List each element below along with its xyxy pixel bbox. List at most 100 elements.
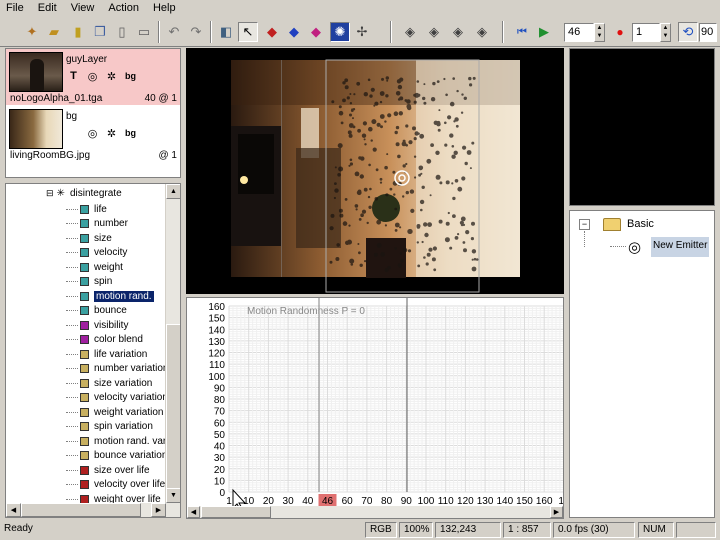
gear-icon[interactable]: ✲ bbox=[104, 69, 119, 83]
tree-item[interactable]: motion rand. variation bbox=[66, 434, 180, 448]
tree-item[interactable]: number variation bbox=[66, 362, 168, 376]
save-icon[interactable]: ▮ bbox=[68, 22, 88, 42]
tree-item[interactable]: bounce bbox=[66, 304, 127, 318]
emitter-preview bbox=[569, 48, 715, 206]
graph-horizontal-scrollbar[interactable]: ◀ ▶ bbox=[187, 506, 563, 518]
composition-viewer[interactable] bbox=[186, 48, 564, 294]
rewind-icon[interactable]: ⏮ bbox=[512, 22, 532, 42]
copy-icon[interactable]: ❐ bbox=[90, 22, 110, 42]
status-zoom: 100% bbox=[399, 522, 433, 538]
tree-item-label: number variation bbox=[94, 363, 169, 374]
y-tick-label: 120 bbox=[208, 349, 225, 360]
disintegrate-icon: ✳ bbox=[56, 187, 65, 199]
scroll-thumb[interactable] bbox=[166, 324, 180, 494]
next-key-icon[interactable]: ◈ bbox=[472, 22, 492, 42]
tree-item-label: size over life bbox=[94, 464, 150, 476]
arrow-select-icon[interactable]: ↖ bbox=[238, 22, 258, 42]
layer-frame-info: 40 @ 1 bbox=[144, 93, 177, 104]
param-color-icon bbox=[80, 480, 89, 489]
folder-label[interactable]: Basic bbox=[627, 218, 654, 230]
param-color-icon bbox=[80, 335, 89, 344]
scroll-up-arrow[interactable]: ▲ bbox=[166, 184, 180, 199]
emitter-item[interactable]: New Emitter bbox=[651, 237, 710, 257]
menu-action[interactable]: Action bbox=[108, 2, 139, 14]
redo-icon[interactable]: ↷ bbox=[186, 22, 206, 42]
scroll-down-arrow[interactable]: ▼ bbox=[166, 488, 180, 503]
gear-icon[interactable]: ✲ bbox=[104, 126, 119, 140]
tree-item[interactable]: size bbox=[66, 231, 112, 245]
tree-item[interactable]: velocity variation bbox=[66, 391, 168, 405]
tree-root[interactable]: ⊟ ✳ disintegrate bbox=[46, 186, 122, 200]
collapse-icon[interactable]: − bbox=[579, 219, 590, 230]
tree-vertical-scrollbar[interactable]: ▲ ▼ bbox=[165, 184, 180, 517]
tree-item-label: color blend bbox=[94, 334, 143, 345]
particle-icon[interactable]: ✺ bbox=[330, 22, 350, 42]
tree-item[interactable]: weight bbox=[66, 260, 123, 274]
move-icon[interactable]: ✢ bbox=[352, 22, 372, 42]
undo-icon[interactable]: ↶ bbox=[164, 22, 184, 42]
menu-edit[interactable]: Edit bbox=[38, 2, 57, 14]
tree-item[interactable]: motion rand. bbox=[66, 289, 154, 303]
emitter-blue-icon[interactable]: ◆ bbox=[284, 22, 304, 42]
tree-item[interactable]: visibility bbox=[66, 318, 128, 332]
menu-help[interactable]: Help bbox=[153, 2, 176, 14]
tree-item[interactable]: weight variation bbox=[66, 405, 163, 419]
y-tick-label: 90 bbox=[214, 383, 226, 394]
tree-item[interactable]: spin bbox=[66, 275, 112, 289]
bg-icon[interactable]: bg bbox=[123, 126, 138, 140]
tree-item[interactable]: spin variation bbox=[66, 420, 153, 434]
loop-input[interactable]: 90 bbox=[699, 23, 717, 42]
tree-item[interactable]: bounce variation bbox=[66, 449, 167, 463]
layer-icon[interactable]: ◧ bbox=[216, 22, 236, 42]
tree-horizontal-scrollbar[interactable]: ◀ ▶ bbox=[6, 503, 180, 517]
menu-view[interactable]: View bbox=[71, 2, 95, 14]
collapse-icon[interactable]: ⊟ bbox=[46, 188, 54, 199]
tree-item[interactable]: size variation bbox=[66, 376, 152, 390]
tree-item[interactable]: size over life bbox=[66, 463, 150, 477]
key-icon[interactable]: ◈ bbox=[424, 22, 444, 42]
param-color-icon bbox=[80, 291, 89, 301]
emitter-red-icon[interactable]: ◆ bbox=[262, 22, 282, 42]
emitter-pink-icon[interactable]: ◆ bbox=[306, 22, 326, 42]
tree-item[interactable]: life bbox=[66, 202, 107, 216]
layer-guylayer[interactable]: guyLayer T ◎ ✲ bg noLogoAlpha_01.tga 40 … bbox=[6, 49, 180, 105]
layer-bg[interactable]: bg T ◎ ✲ bg livingRoomBG.jpg @ 1 bbox=[6, 106, 180, 162]
tree-item[interactable]: velocity over life bbox=[66, 478, 165, 492]
tree-item[interactable]: velocity bbox=[66, 246, 127, 260]
record-icon[interactable]: ● bbox=[610, 22, 630, 42]
open-folder-icon[interactable]: ▰ bbox=[44, 22, 64, 42]
scroll-right-arrow[interactable]: ▶ bbox=[550, 506, 563, 518]
scroll-right-arrow[interactable]: ▶ bbox=[151, 503, 166, 517]
prev-key-icon[interactable]: ◈ bbox=[400, 22, 420, 42]
scroll-left-arrow[interactable]: ◀ bbox=[187, 506, 200, 518]
tree-item[interactable]: number bbox=[66, 217, 128, 231]
hscroll-thumb[interactable] bbox=[21, 503, 141, 517]
clipboard-icon[interactable]: ▭ bbox=[134, 22, 154, 42]
layer-name: bg bbox=[66, 111, 78, 122]
frame-stepper[interactable]: ▲ ▼ bbox=[594, 23, 605, 42]
key-down-icon[interactable]: ◈ bbox=[448, 22, 468, 42]
new-icon[interactable]: ✦ bbox=[22, 22, 42, 42]
parameter-graph[interactable]: Motion Randomness P = 0 160 150 140 130 120 1… bbox=[186, 297, 564, 519]
record-stepper[interactable]: ▲ ▼ bbox=[660, 23, 671, 42]
tree-item-label: motion rand. bbox=[94, 290, 154, 302]
scroll-left-arrow[interactable]: ◀ bbox=[6, 503, 21, 517]
bg-icon[interactable]: bg bbox=[123, 69, 138, 83]
play-icon[interactable]: ▶ bbox=[534, 22, 554, 42]
paste-icon[interactable]: ▯ bbox=[112, 22, 132, 42]
menu-file[interactable]: File bbox=[6, 2, 24, 14]
text-icon[interactable]: T bbox=[66, 126, 81, 140]
loop-icon[interactable]: ⟲ bbox=[678, 22, 698, 42]
y-tick-label: 140 bbox=[208, 325, 225, 336]
graph-scroll-thumb[interactable] bbox=[201, 506, 271, 518]
record-input[interactable]: 1 bbox=[632, 23, 660, 42]
target-icon[interactable]: ◎ bbox=[85, 126, 100, 140]
y-tick-label: 130 bbox=[208, 337, 225, 348]
target-icon[interactable]: ◎ bbox=[85, 69, 100, 83]
graph-canvas[interactable]: Motion Randomness P = 0 1601501401301201… bbox=[187, 298, 563, 518]
frame-input[interactable]: 46 bbox=[564, 23, 594, 42]
tree-item[interactable]: life variation bbox=[66, 347, 147, 361]
tree-item[interactable]: color blend bbox=[66, 333, 143, 347]
text-icon[interactable]: T bbox=[66, 69, 81, 83]
y-tick-label: 110 bbox=[209, 360, 225, 371]
